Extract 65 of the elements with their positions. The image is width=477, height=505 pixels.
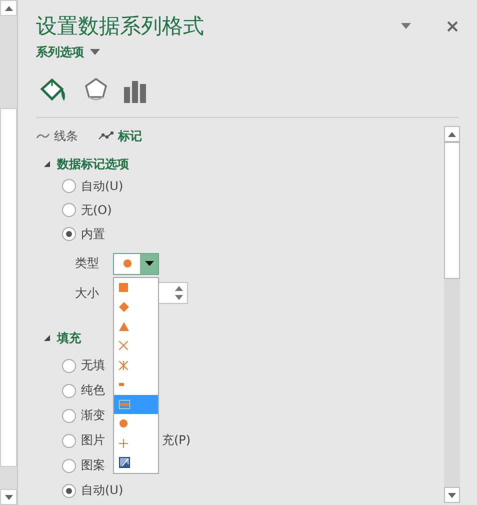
radio-label: 充(P) [162, 432, 191, 449]
expand-triangle-icon[interactable] [44, 161, 50, 167]
scroll-down-button[interactable] [0, 489, 17, 505]
radio-button[interactable] [62, 203, 76, 217]
section-title[interactable]: 数据标记选项 [57, 156, 129, 172]
marker-option[interactable] [114, 394, 158, 414]
spin-arrows-icon[interactable] [175, 286, 183, 300]
radio-label: 无(O) [81, 202, 112, 218]
radio-button[interactable] [62, 434, 76, 448]
long-dash-marker-icon [119, 400, 130, 409]
sub-tab[interactable]: 标记 [98, 128, 142, 144]
type-dropdown[interactable] [113, 252, 159, 274]
series-options-menu[interactable]: 系列选项 [36, 43, 100, 61]
close-icon[interactable] [447, 20, 458, 32]
pentagon-icon[interactable] [84, 77, 108, 103]
short-dash-marker-icon [119, 383, 124, 386]
radio-button[interactable] [62, 179, 76, 193]
x-marker-icon [119, 341, 128, 350]
scroll-down-button[interactable] [444, 487, 460, 503]
radio-label: 图案 [81, 457, 105, 474]
line-icon [36, 132, 50, 140]
asterisk-marker-icon [119, 360, 128, 370]
picture-marker-icon [119, 457, 130, 468]
radio-button[interactable] [62, 384, 76, 398]
field-label: 类型 [75, 255, 100, 272]
dropdown-button[interactable] [140, 254, 158, 274]
scrollbar[interactable] [0, 0, 18, 505]
triangle-marker-icon [119, 322, 129, 331]
expand-triangle-icon[interactable] [44, 335, 50, 341]
radio-label: 无填 [81, 357, 105, 374]
plus-marker-icon [119, 438, 128, 448]
scroll-up-button[interactable] [0, 0, 17, 16]
marker-line-icon [98, 131, 114, 141]
radio-label: 内置 [81, 226, 105, 242]
pane-options-caret-icon[interactable] [401, 23, 411, 29]
scroll-thumb[interactable] [444, 142, 460, 279]
scrollbar[interactable] [444, 126, 460, 505]
radio-button[interactable] [62, 458, 76, 472]
pane-title: 设置数据系列格式 [36, 13, 204, 40]
circle-marker-icon [119, 419, 128, 428]
radio-label: 图片 [81, 432, 105, 449]
square-marker-icon [119, 282, 128, 292]
radio-label: 纯色 [81, 382, 105, 399]
down-arrow-icon [4, 494, 12, 500]
radio-button[interactable] [62, 358, 76, 372]
scroll-up-button[interactable] [444, 126, 460, 142]
up-arrow-icon [4, 6, 12, 10]
radio-label: 自动(U) [81, 482, 124, 499]
scroll-thumb[interactable] [0, 108, 17, 467]
radio-label: 自动(U) [81, 178, 124, 194]
circle-marker-icon [122, 259, 132, 268]
radio-button[interactable] [62, 484, 76, 498]
radio-button[interactable] [62, 227, 76, 241]
radio-button[interactable] [62, 408, 76, 422]
radio-label: 渐变 [81, 407, 105, 424]
bar-chart-icon[interactable] [124, 79, 146, 103]
down-arrow-icon [448, 492, 456, 498]
section-title[interactable]: 填充 [57, 330, 81, 346]
caret-icon [144, 261, 154, 266]
field-label: 大小 [75, 284, 100, 302]
up-arrow-icon [448, 132, 456, 136]
sub-tab[interactable]: 线条 [36, 128, 78, 144]
paint-bucket-icon[interactable] [40, 77, 68, 103]
diamond-marker-icon [119, 302, 129, 312]
caret-icon [90, 49, 100, 55]
